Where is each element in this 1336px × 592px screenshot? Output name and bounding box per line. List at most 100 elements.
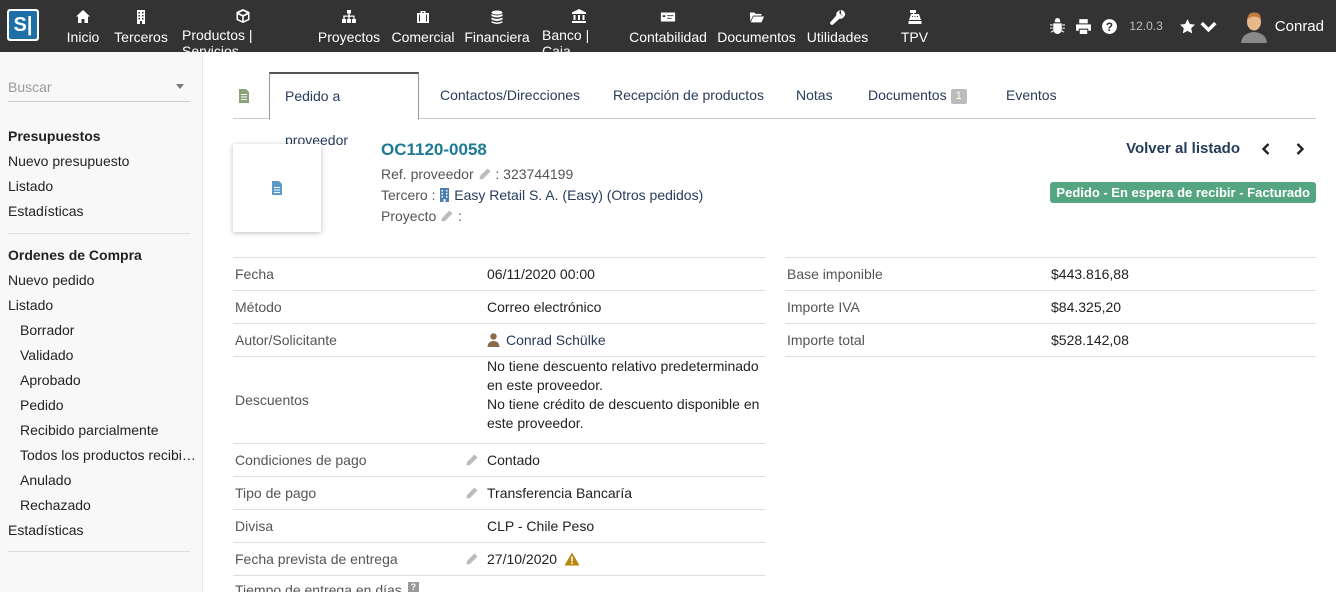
third-party-link[interactable]: Easy Retail S. A. (Easy) [454, 187, 603, 203]
back-to-list-link[interactable]: Volver al listado [1126, 140, 1240, 157]
colon: : [458, 208, 462, 224]
field-label: Condiciones de pago [235, 452, 367, 468]
pencil-icon[interactable] [440, 209, 454, 223]
discount-text-line: este proveedor. [487, 415, 584, 431]
third-party-line: Tercero : Easy Retail S. A. (Easy) (Otro… [381, 187, 703, 203]
field-value: Contado [487, 452, 540, 468]
field-row-metodo: Método Correo electrónico [233, 291, 765, 324]
ordenes-group: Ordenes de Compra Nuevo pedido Listado B… [0, 243, 203, 543]
previous-arrow-icon[interactable] [1255, 138, 1277, 160]
field-value: 06/11/2020 00:00 [487, 266, 595, 282]
sidebar-item-todos-recibidos[interactable]: Todos los productos recibidos [0, 443, 196, 468]
supplier-ref-label: Ref. proveedor [381, 166, 474, 182]
coins-icon [489, 8, 505, 26]
warning-icon [564, 552, 580, 566]
user-menu[interactable]: Conrad [1239, 9, 1324, 43]
menu-proyectos[interactable]: Proyectos [312, 0, 386, 52]
tab-notas[interactable]: Notas [781, 72, 848, 119]
project-label: Proyecto [381, 208, 437, 224]
tab-bar: Pedido a proveedor Contactos/Direcciones… [233, 72, 1316, 148]
menu-documentos[interactable]: Documentos [712, 0, 801, 52]
other-orders-link[interactable]: (Otros pedidos) [607, 187, 703, 203]
sidebar-divider [8, 233, 190, 234]
sidebar-item-nuevo-pedido[interactable]: Nuevo pedido [0, 268, 203, 293]
help-icon[interactable]: ? [407, 582, 419, 592]
menu-inicio[interactable]: Inicio [58, 0, 108, 52]
documents-count-badge: 1 [950, 88, 967, 104]
field-row-fecha-entrega: Fecha prevista de entrega 27/10/2020 [233, 543, 765, 576]
top-navbar: S| Inicio Terceros Productos | Servicios… [0, 0, 1336, 59]
menu-comercial[interactable]: Comercial [386, 0, 460, 52]
help-icon[interactable]: ? [1097, 14, 1121, 38]
delivery-date: 27/10/2020 [487, 551, 558, 567]
avatar [1240, 12, 1267, 43]
field-label: Método [235, 299, 282, 315]
menu-financiera[interactable]: Financiera [460, 0, 534, 52]
sidebar-item-nuevo-presupuesto[interactable]: Nuevo presupuesto [0, 149, 203, 174]
menu-banco-caja[interactable]: Banco | Caja [534, 0, 624, 59]
app-logo[interactable]: S| [7, 9, 39, 41]
sidebar-item-recibido-parcialmente[interactable]: Recibido parcialmente [0, 418, 203, 443]
menu-contabilidad[interactable]: Contabilidad [624, 0, 712, 52]
right-tools: ? 12.0.3 Conrad [1045, 0, 1336, 52]
field-label: Autor/Solicitante [235, 332, 337, 348]
field-value: No tiene descuento relativo predetermina… [487, 357, 759, 443]
tab-documentos-label: Documentos [868, 87, 947, 103]
field-label: Base imponible [787, 266, 883, 282]
pencil-icon[interactable] [465, 552, 479, 566]
next-arrow-icon[interactable] [1289, 138, 1311, 160]
sidebar-item-estadisticas-presupuestos[interactable]: Estadísticas [0, 199, 203, 224]
pencil-icon[interactable] [465, 453, 479, 467]
field-label: Fecha [235, 266, 274, 282]
menu-label: Proyectos [317, 29, 381, 45]
version-label: 12.0.3 [1129, 19, 1163, 33]
document-icon [272, 181, 282, 195]
suitcase-icon [415, 8, 431, 26]
field-row-base-imponible: Base imponible $443.816,88 [785, 258, 1316, 291]
sidebar-item-validado[interactable]: Validado [0, 343, 203, 368]
pencil-icon[interactable] [465, 486, 479, 500]
menu-utilidades[interactable]: Utilidades [801, 0, 874, 52]
discount-text-line: No tiene crédito de descuento disponible… [487, 396, 760, 412]
order-header: OC1120-0058 Ref. proveedor : 323744199 T… [233, 120, 1316, 260]
field-value: Transferencia Bancaría [487, 485, 632, 501]
author-link[interactable]: Conrad Schülke [506, 332, 606, 348]
sidebar-item-anulado[interactable]: Anulado [0, 468, 203, 493]
menu-label: Utilidades [806, 29, 869, 45]
wrench-icon [829, 8, 846, 26]
search-select[interactable]: Buscar [8, 76, 190, 102]
field-row-tiempo-entrega: Tiempo de entrega en días ? [233, 576, 765, 592]
sidebar-item-aprobado[interactable]: Aprobado [0, 368, 203, 393]
tab-documentos[interactable]: Documentos 1 [853, 72, 982, 119]
status-badge: Pedido - En espera de recibir - Facturad… [1050, 182, 1316, 203]
bookmarks-dropdown[interactable] [1179, 18, 1217, 35]
tab-pedido-proveedor[interactable]: Pedido a proveedor [269, 72, 419, 148]
tab-eventos[interactable]: Eventos [991, 72, 1072, 119]
sidebar-item-borrador[interactable]: Borrador [0, 318, 203, 343]
menu-tpv[interactable]: TPV [874, 0, 955, 52]
print-icon[interactable] [1071, 14, 1095, 38]
sidebar-item-estadisticas-pedidos[interactable]: Estadísticas [0, 518, 203, 543]
field-label-wrap: Condiciones de pago [233, 444, 487, 476]
sidebar-item-listado-presupuestos[interactable]: Listado [0, 174, 203, 199]
menu-terceros[interactable]: Terceros [108, 0, 174, 52]
tab-contactos-direcciones[interactable]: Contactos/Direcciones [425, 72, 595, 119]
supplier-ref-value: 323744199 [503, 166, 574, 182]
sidebar-item-rechazado[interactable]: Rechazado [0, 493, 203, 518]
star-icon [1179, 18, 1195, 33]
project-line: Proyecto : [381, 208, 462, 224]
tab-recepcion-productos[interactable]: Recepción de productos [598, 72, 779, 119]
cash-register-icon [907, 8, 923, 26]
main-menu: Inicio Terceros Productos | Servicios Pr… [58, 0, 955, 59]
colon: : [495, 166, 504, 182]
sidebar-item-pedido[interactable]: Pedido [0, 393, 203, 418]
menu-productos[interactable]: Productos | Servicios [174, 0, 312, 59]
field-label-wrap: Tiempo de entrega en días ? [233, 576, 487, 592]
field-label: Divisa [235, 518, 274, 534]
field-row-autor: Autor/Solicitante Conrad Schülke [233, 324, 765, 357]
bug-icon[interactable] [1045, 14, 1069, 38]
field-label: Fecha prevista de entrega [235, 551, 398, 567]
sidebar-item-listado-pedidos[interactable]: Listado [0, 293, 203, 318]
pencil-icon[interactable] [478, 167, 492, 181]
order-thumbnail [233, 144, 321, 232]
